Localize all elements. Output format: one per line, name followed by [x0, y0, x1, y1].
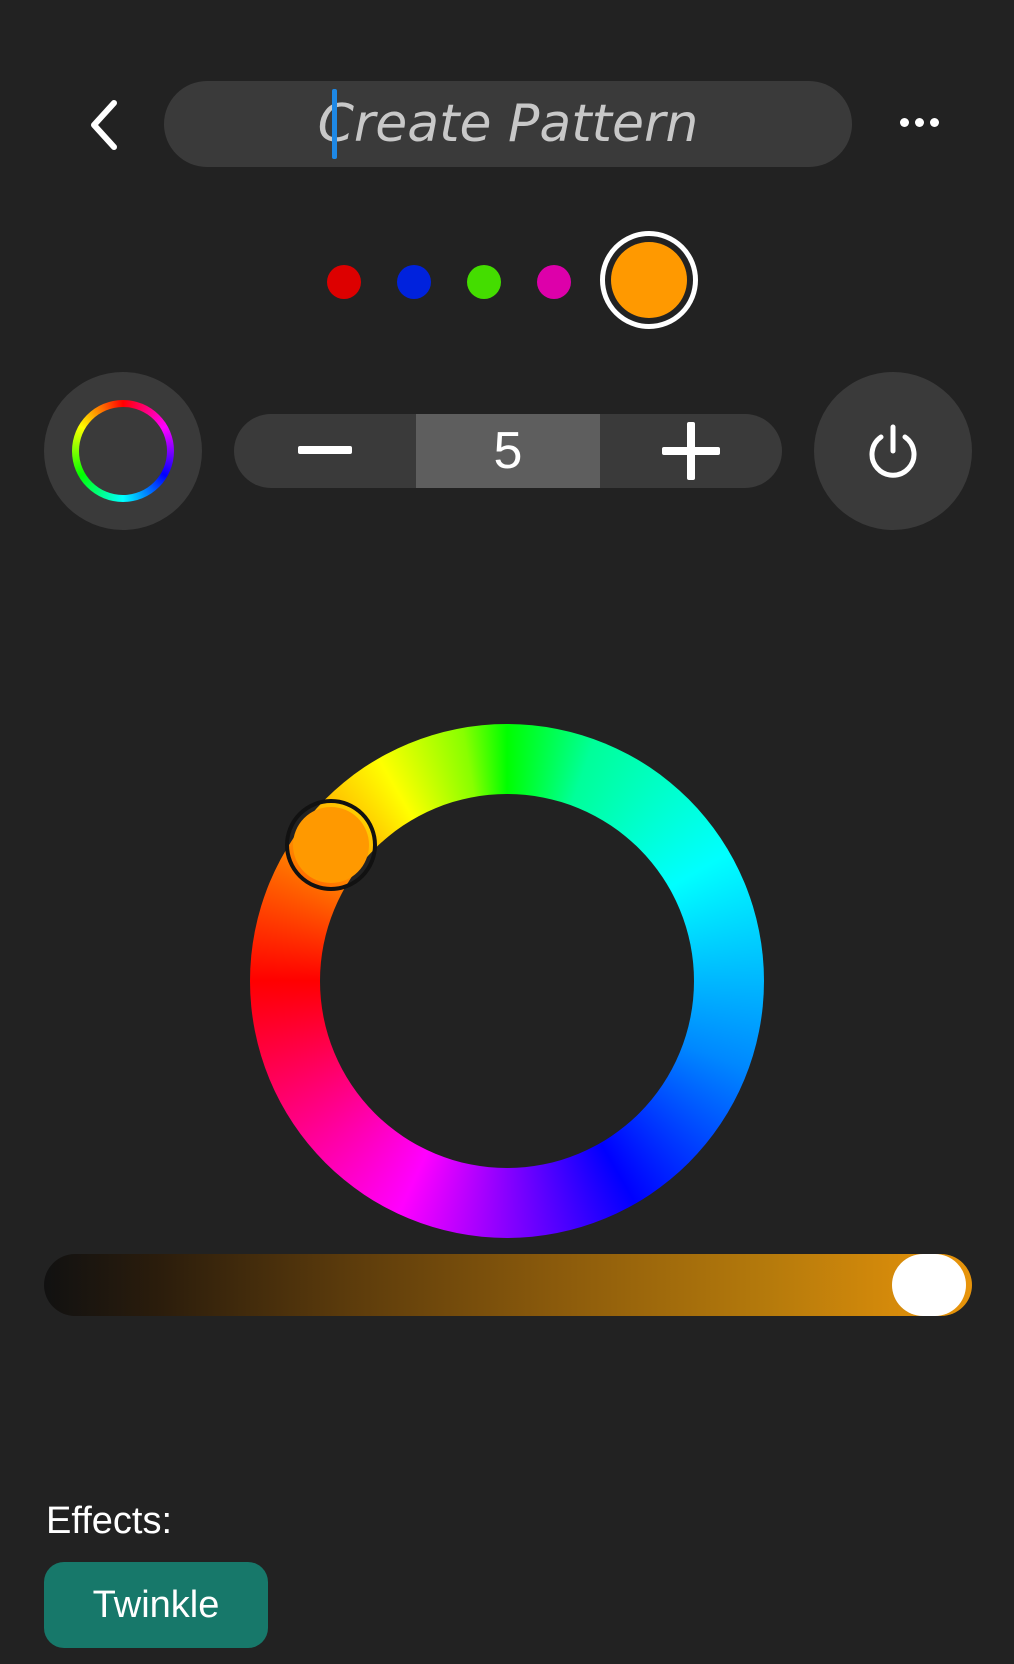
swatch-magenta[interactable] [537, 265, 571, 299]
more-horizontal-icon [900, 117, 909, 127]
chevron-left-icon [91, 100, 117, 150]
increment-button[interactable] [600, 414, 782, 488]
minus-icon [298, 446, 352, 454]
effects-label: Effects: [46, 1500, 173, 1542]
swatch-blue[interactable] [397, 265, 431, 299]
more-options-button[interactable] [900, 112, 944, 132]
back-button[interactable] [80, 95, 132, 155]
pattern-name-field[interactable] [164, 81, 852, 167]
swatch-green[interactable] [467, 265, 501, 299]
power-icon [869, 424, 917, 478]
rainbow-mode-button[interactable] [44, 372, 202, 530]
plus-icon [662, 422, 720, 480]
power-button[interactable] [814, 372, 972, 530]
effect-chip-twinkle[interactable]: Twinkle [44, 1562, 268, 1648]
pattern-name-input[interactable] [246, 83, 770, 165]
decrement-button[interactable] [234, 414, 416, 488]
swatch-red[interactable] [327, 265, 361, 299]
color-wheel-knob[interactable] [285, 799, 377, 891]
brightness-slider[interactable] [44, 1254, 972, 1316]
selected-swatch-fill [611, 242, 687, 318]
swatch-selected-orange[interactable] [600, 231, 698, 329]
text-caret [332, 89, 337, 159]
count-stepper: 5 [234, 414, 782, 488]
color-wheel-icon [72, 400, 174, 502]
count-value: 5 [416, 414, 600, 488]
brightness-knob[interactable] [892, 1254, 966, 1316]
knob-fill [293, 807, 369, 883]
